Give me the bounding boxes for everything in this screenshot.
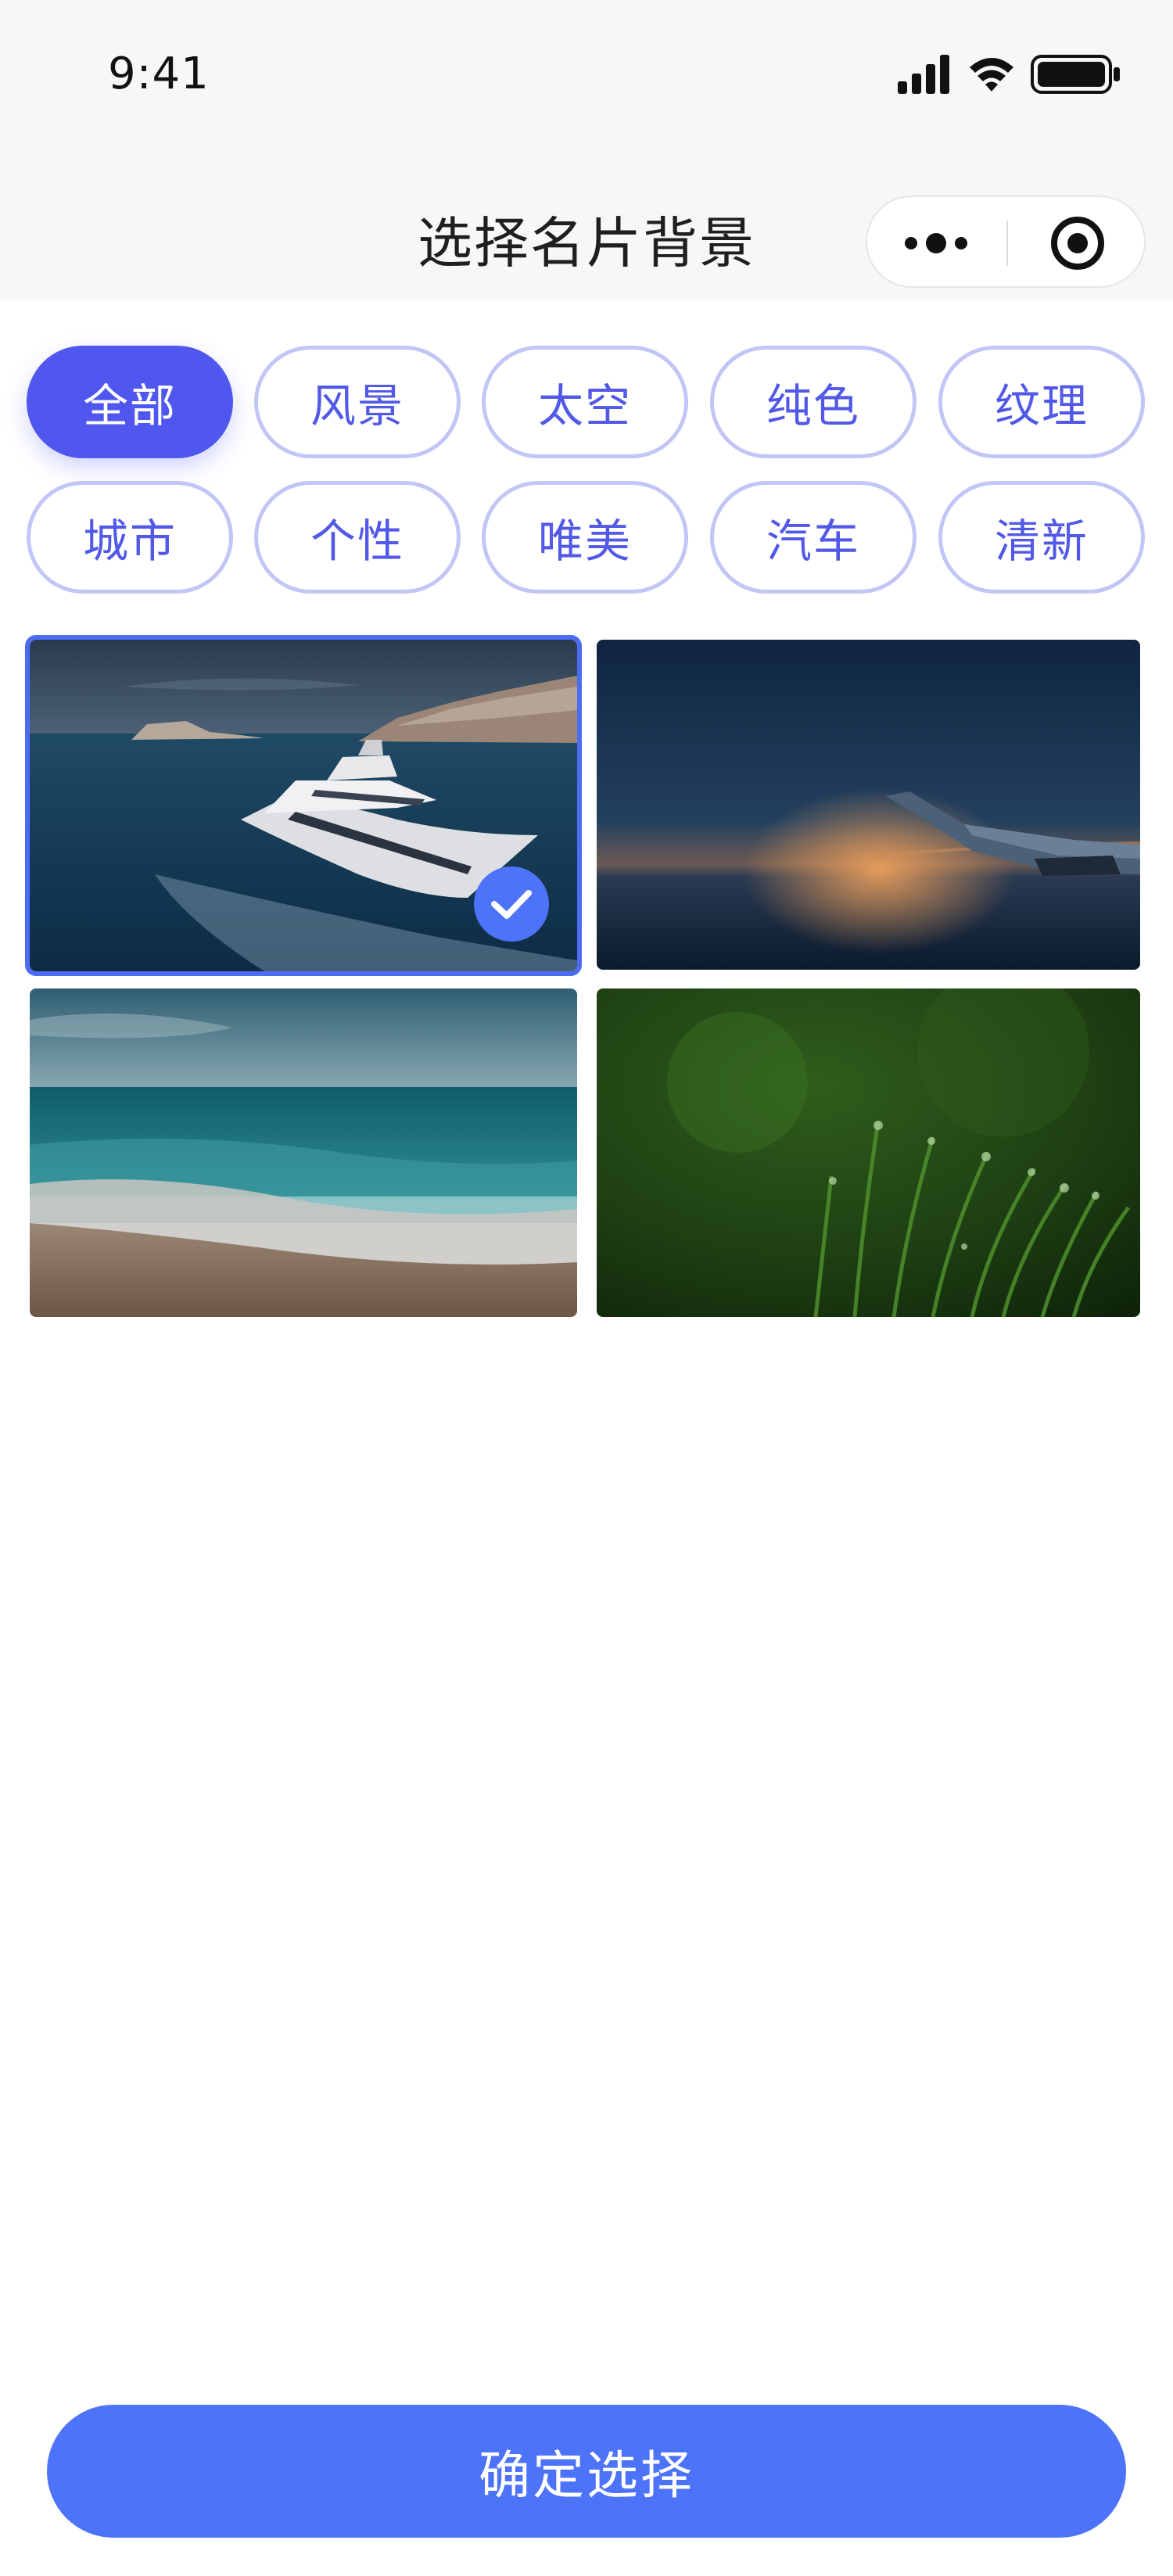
background-card-beach[interactable] [30,988,577,1317]
chip-label: 风景 [310,379,404,432]
more-dots-icon [905,233,967,253]
chip-space[interactable]: 太空 [482,346,688,458]
chip-label: 清新 [994,515,1089,568]
grass-image [597,988,1140,1317]
chip-label: 纹理 [994,379,1089,432]
wifi-icon [970,58,1013,91]
chip-car[interactable]: 汽车 [710,481,917,594]
top-bar: 9:41 选择名片背景 [0,0,1173,300]
close-button[interactable] [1008,197,1147,289]
battery-icon [1031,55,1120,94]
selected-check-badge [474,866,549,942]
chip-city[interactable]: 城市 [27,481,233,594]
chip-label: 唯美 [537,515,632,568]
chip-texture[interactable]: 纹理 [938,346,1145,458]
chip-label: 汽车 [766,515,860,568]
chip-label: 个性 [310,515,404,568]
chip-label: 全部 [82,379,177,432]
chip-aesthetic[interactable]: 唯美 [482,481,688,594]
status-time: 9:41 [108,48,210,99]
airplane-image [597,640,1140,970]
chip-scenery[interactable]: 风景 [254,346,461,458]
target-circle-icon [1051,217,1104,270]
background-card-airplane[interactable] [597,640,1140,970]
background-card-grass[interactable] [597,988,1140,1317]
chip-personality[interactable]: 个性 [254,481,461,594]
confirm-selection-button[interactable]: 确定选择 [47,2405,1126,2538]
status-icons [898,55,1120,94]
beach-image [30,988,577,1317]
chip-all[interactable]: 全部 [27,346,233,458]
more-button[interactable] [867,197,1006,289]
background-card-yacht[interactable] [25,635,582,976]
check-icon [491,890,532,919]
chip-label: 太空 [537,379,632,432]
chip-solid-color[interactable]: 纯色 [710,346,917,458]
chip-label: 纯色 [766,379,860,432]
mini-program-capsule [866,196,1146,288]
chip-label: 城市 [82,515,177,568]
chip-fresh[interactable]: 清新 [938,481,1145,594]
signal-icon [898,55,949,94]
